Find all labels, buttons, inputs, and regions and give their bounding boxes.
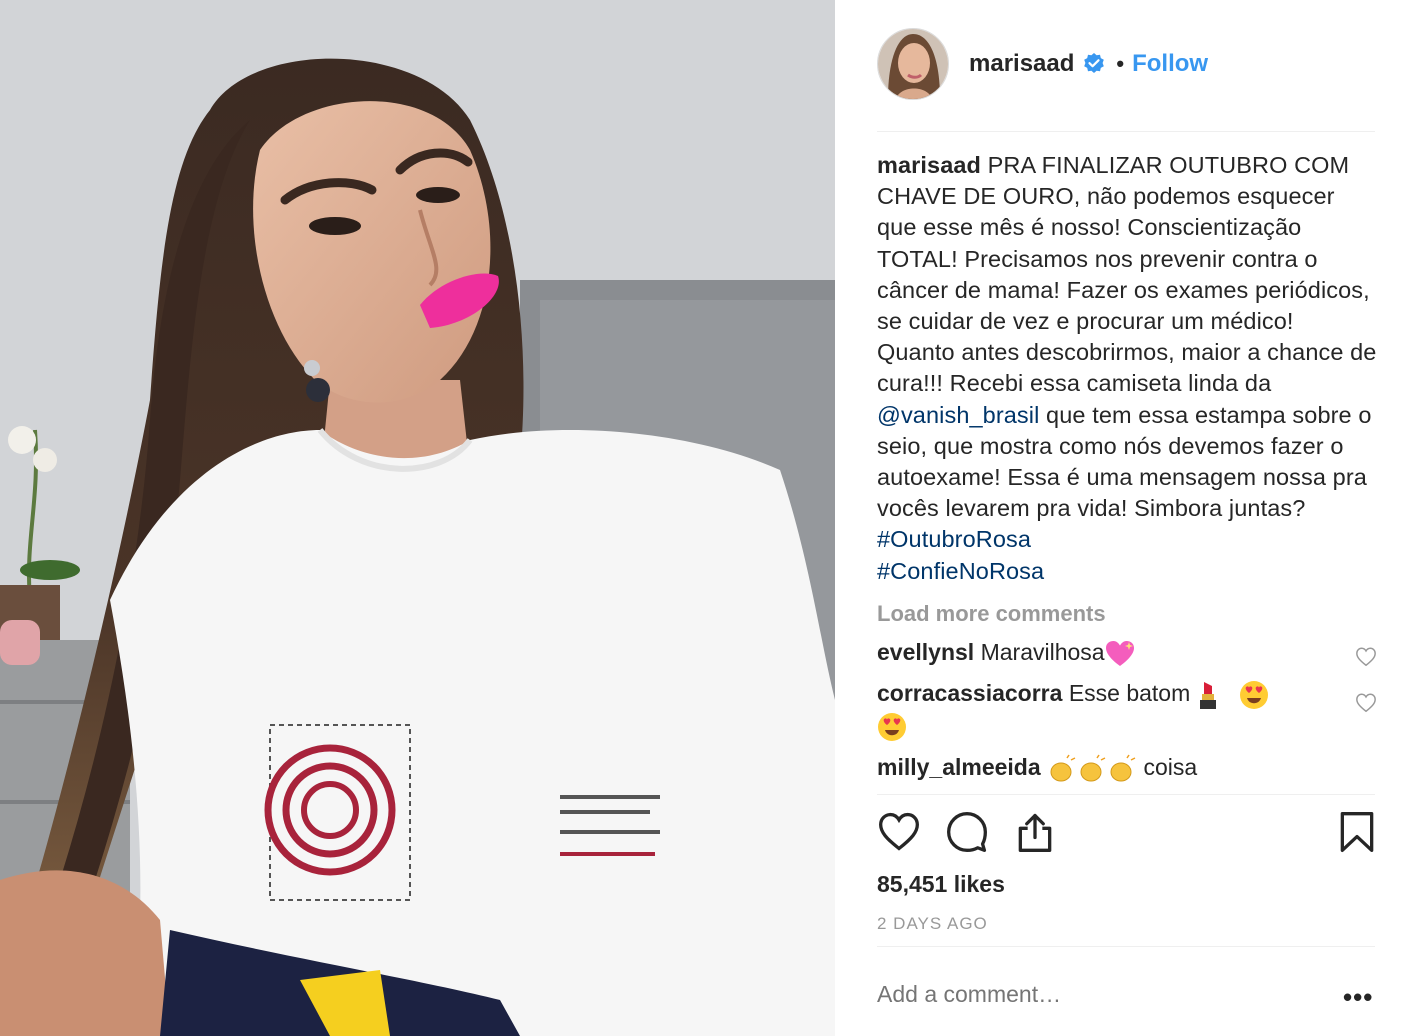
likes-count[interactable]: 85,451 likes [877, 871, 1005, 898]
avatar-image [878, 29, 948, 99]
comment-item: evellynsl Maravilhosa [877, 637, 1377, 668]
comment-text: Maravilhosa [980, 638, 1105, 665]
add-comment-input[interactable] [877, 981, 1317, 1008]
post-photo[interactable] [0, 0, 835, 1036]
comment-item: milly_almeeida coisa [877, 752, 1377, 784]
clapping-hands-icon [1050, 754, 1136, 782]
post-caption: marisaad PRA FINALIZAR OUTUBRO COM CHAVE… [877, 150, 1377, 587]
post-header: marisaad • Follow [877, 28, 1377, 100]
heart-eyes-emoji-icon [1240, 680, 1269, 709]
post-photo-illustration [0, 0, 835, 1036]
comment-username[interactable]: evellynsl [877, 639, 974, 665]
comment-text: coisa [1143, 753, 1198, 780]
caption-username[interactable]: marisaad [877, 152, 981, 178]
comments-divider [877, 794, 1375, 795]
heart-eyes-emoji-icon [878, 712, 906, 741]
more-options-button[interactable]: ••• [1343, 982, 1373, 1013]
comment-icon[interactable] [945, 810, 989, 854]
comment-like-heart-icon[interactable] [1355, 646, 1377, 668]
follow-button[interactable]: Follow [1132, 50, 1208, 78]
caption-hashtag-outubrorosa[interactable]: #OutubroRosa [877, 526, 1031, 552]
comment-item: corracassiacorra Esse batom [877, 678, 1377, 742]
verified-badge-icon [1084, 53, 1105, 73]
instagram-post: marisaad • Follow marisaad PRA FINALIZAR… [0, 0, 1411, 1036]
caption-text-before: PRA FINALIZAR OUTUBRO COM CHAVE DE OURO,… [877, 152, 1377, 397]
sparkling-heart-icon [1105, 640, 1134, 666]
comment-username[interactable]: corracassiacorra [877, 680, 1062, 706]
heart-icon[interactable] [877, 810, 921, 854]
header-separator: • [1116, 51, 1125, 76]
action-bar [877, 810, 1377, 856]
comments-section[interactable]: marisaad PRA FINALIZAR OUTUBRO COM CHAVE… [877, 150, 1377, 793]
bookmark-icon[interactable] [1335, 810, 1379, 854]
header-divider [877, 131, 1375, 132]
comment-like-heart-icon[interactable] [1355, 692, 1377, 714]
share-icon[interactable] [1013, 810, 1057, 854]
caption-hashtag-confienorosa[interactable]: #ConfieNoRosa [877, 558, 1044, 584]
post-side-panel: marisaad • Follow marisaad PRA FINALIZAR… [835, 0, 1411, 1036]
avatar[interactable] [877, 28, 949, 100]
post-timestamp: 2 DAYS AGO [877, 914, 988, 933]
caption-mention[interactable]: @vanish_brasil [877, 402, 1039, 428]
load-more-comments-button[interactable]: Load more comments [877, 601, 1377, 627]
comment-username[interactable]: milly_almeeida [877, 754, 1041, 780]
lipstick-icon [1199, 681, 1216, 709]
comment-text: Esse batom [1068, 679, 1191, 706]
post-author-username[interactable]: marisaad [969, 50, 1074, 78]
footer-divider [877, 946, 1375, 947]
